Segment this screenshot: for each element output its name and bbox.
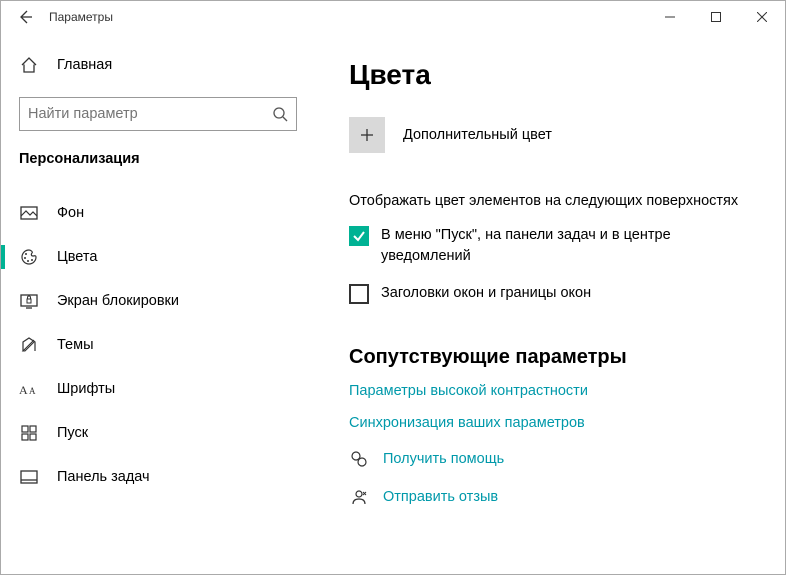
checkbox-icon (349, 284, 369, 304)
checkbox-label: Заголовки окон и границы окон (381, 283, 591, 304)
search-icon (272, 106, 288, 122)
search-input[interactable] (28, 106, 272, 122)
start-icon (19, 423, 39, 443)
help-label: Получить помощь (383, 451, 504, 467)
sidebar-item-background[interactable]: Фон (1, 191, 315, 235)
sidebar-item-colors[interactable]: Цвета (1, 235, 315, 279)
link-sync-settings[interactable]: Синхронизация ваших параметров (349, 415, 757, 431)
back-button[interactable] (9, 1, 41, 33)
plus-icon (349, 117, 385, 153)
sidebar: Главная Персонализация Фон Цвета (1, 33, 315, 574)
close-button[interactable] (739, 1, 785, 33)
background-icon (19, 203, 39, 223)
sidebar-item-lockscreen[interactable]: Экран блокировки (1, 279, 315, 323)
checkbox-start-taskbar[interactable]: В меню "Пуск", на панели задач и в центр… (349, 225, 757, 267)
svg-text:A: A (29, 386, 36, 396)
sidebar-item-start[interactable]: Пуск (1, 411, 315, 455)
sidebar-home[interactable]: Главная (1, 43, 315, 87)
sidebar-item-label: Пуск (57, 425, 88, 441)
add-color-button[interactable]: Дополнительный цвет (349, 117, 757, 153)
svg-text:A: A (19, 383, 28, 397)
checkbox-label: В меню "Пуск", на панели задач и в центр… (381, 225, 721, 267)
maximize-button[interactable] (693, 1, 739, 33)
sidebar-item-label: Цвета (57, 249, 97, 265)
sidebar-item-label: Темы (57, 337, 94, 353)
sidebar-item-taskbar[interactable]: Панель задач (1, 455, 315, 499)
sidebar-item-label: Экран блокировки (57, 293, 179, 309)
link-high-contrast[interactable]: Параметры высокой контрастности (349, 383, 757, 399)
page-title: Цвета (349, 59, 757, 91)
sidebar-section-title: Персонализация (1, 143, 315, 185)
show-on-label: Отображать цвет элементов на следующих п… (349, 193, 757, 209)
fonts-icon: AA (19, 379, 39, 399)
feedback-label: Отправить отзыв (383, 489, 498, 505)
checkbox-icon (349, 226, 369, 246)
sidebar-item-label: Панель задач (57, 469, 150, 485)
related-section-title: Сопутствующие параметры (349, 346, 757, 369)
search-box[interactable] (19, 97, 297, 131)
sidebar-item-label: Фон (57, 205, 84, 221)
checkbox-titlebars[interactable]: Заголовки окон и границы окон (349, 283, 757, 304)
help-icon (349, 449, 369, 469)
sidebar-item-themes[interactable]: Темы (1, 323, 315, 367)
colors-icon (19, 247, 39, 267)
window-title: Параметры (49, 10, 113, 24)
add-color-label: Дополнительный цвет (403, 127, 552, 143)
sidebar-item-label: Шрифты (57, 381, 115, 397)
window-controls (647, 1, 785, 33)
themes-icon (19, 335, 39, 355)
sidebar-item-fonts[interactable]: AA Шрифты (1, 367, 315, 411)
feedback-link[interactable]: Отправить отзыв (349, 487, 757, 507)
taskbar-icon (19, 467, 39, 487)
lockscreen-icon (19, 291, 39, 311)
help-link[interactable]: Получить помощь (349, 449, 757, 469)
home-icon (19, 55, 39, 75)
content-area: Цвета Дополнительный цвет Отображать цве… (315, 33, 785, 574)
sidebar-home-label: Главная (57, 57, 112, 73)
titlebar: Параметры (1, 1, 785, 33)
feedback-icon (349, 487, 369, 507)
minimize-button[interactable] (647, 1, 693, 33)
